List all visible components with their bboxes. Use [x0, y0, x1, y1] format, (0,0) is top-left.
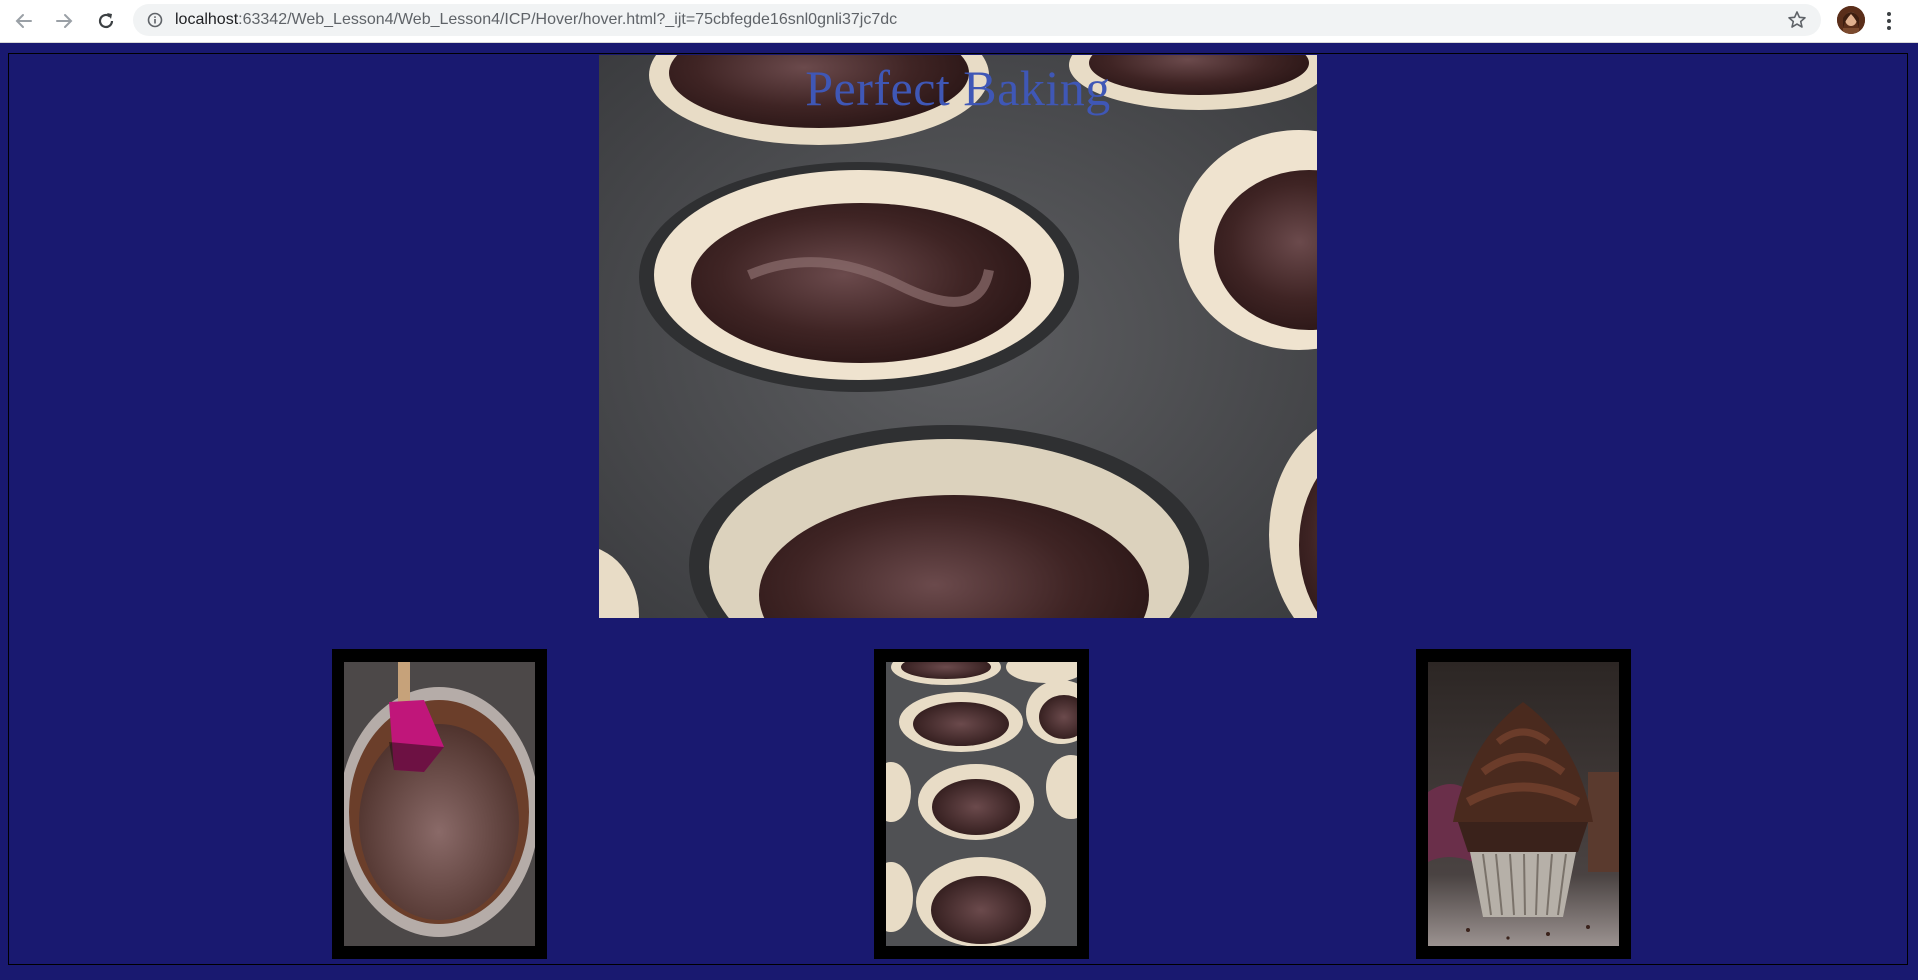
kebab-menu-icon[interactable]: [1882, 8, 1896, 34]
url-path: :63342/Web_Lesson4/Web_Lesson4/ICP/Hover…: [238, 11, 898, 28]
info-icon[interactable]: [147, 12, 163, 28]
url-text[interactable]: localhost:63342/Web_Lesson4/Web_Lesson4/…: [175, 4, 897, 36]
reload-button[interactable]: [92, 7, 120, 35]
thumbnail-image: [886, 662, 1077, 946]
thumbnail-frosted-cupcake[interactable]: [1416, 649, 1631, 959]
cupcake-pan-photo: [599, 55, 1317, 618]
back-button[interactable]: [10, 7, 38, 35]
arrow-right-icon: [56, 14, 73, 28]
arrow-left-icon: [15, 14, 32, 28]
cupcake-liners-photo: [886, 662, 1077, 946]
frosted-cupcake-photo: [1428, 662, 1619, 946]
reload-icon: [98, 13, 114, 29]
address-bar[interactable]: localhost:63342/Web_Lesson4/Web_Lesson4/…: [133, 4, 1821, 36]
profile-avatar[interactable]: [1837, 6, 1865, 34]
batter-bowl-photo: [344, 662, 535, 946]
browser-toolbar: localhost:63342/Web_Lesson4/Web_Lesson4/…: [0, 0, 1918, 43]
page-title: Perfect Baking: [805, 60, 1111, 116]
thumbnail-cupcake-liners[interactable]: [874, 649, 1089, 959]
star-icon[interactable]: [1787, 10, 1807, 30]
avatar-image: [1837, 6, 1865, 34]
thumbnail-image: [344, 662, 535, 946]
forward-button[interactable]: [50, 7, 78, 35]
url-host: localhost: [175, 11, 239, 28]
thumbnail-image: [1428, 662, 1619, 946]
thumbnail-batter-bowl[interactable]: [332, 649, 547, 959]
hero-image: Perfect Baking: [599, 55, 1317, 618]
